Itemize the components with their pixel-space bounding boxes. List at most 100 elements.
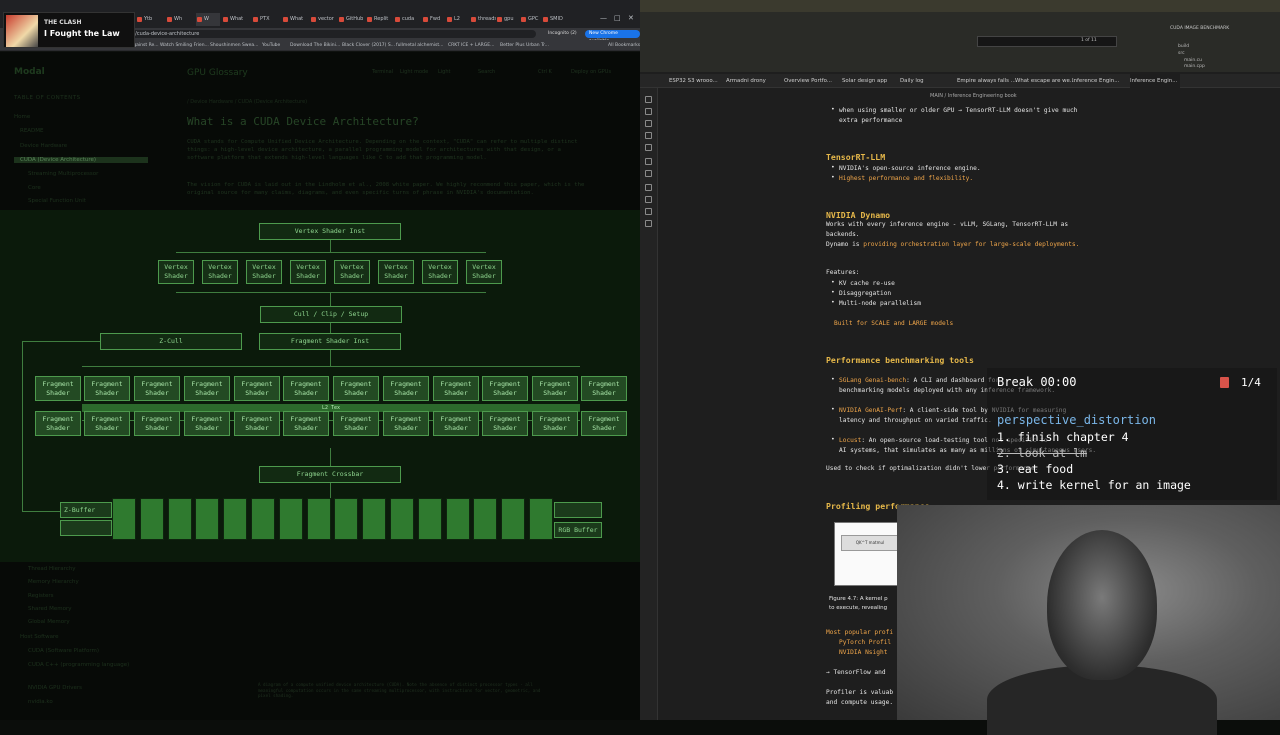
fragment-shader: Fragment Shader (234, 376, 280, 401)
canvas-icon[interactable] (645, 158, 652, 165)
note-tab[interactable]: What escape are we... (1015, 74, 1075, 88)
bookmark[interactable]: Black Clover (2017) S... (342, 41, 395, 50)
vertex-shader: Vertex Shader (466, 260, 502, 284)
note-line: Profiler is valuab (826, 689, 894, 696)
bookmark[interactable]: Download The Bikini... (290, 41, 340, 50)
note-tab[interactable]: Inference Engin... (1072, 74, 1124, 88)
browser-tab[interactable]: cuda (394, 13, 422, 26)
bookmark[interactable]: YouTube (262, 41, 280, 50)
note-line: Disaggregation (839, 290, 892, 297)
browser-tab-active[interactable]: W (196, 13, 220, 26)
browser-tab[interactable]: What (222, 13, 250, 26)
browser-tab[interactable]: PTX (252, 13, 280, 26)
note-text: : A CLI and dashboard for (906, 377, 1000, 384)
z-cull: Z-Cull (100, 333, 242, 350)
browser-tab[interactable]: SMID (542, 13, 566, 26)
calendar-icon[interactable] (645, 144, 652, 151)
memory-partition (167, 498, 192, 540)
bookmark[interactable]: Watch Smiling Frien... (160, 41, 209, 50)
all-bookmarks[interactable]: All Bookmarks (608, 41, 640, 50)
note-line: NVIDIA's open-source inference engine. (839, 165, 981, 172)
bookmark[interactable]: Shoushinmen Swea... (210, 41, 258, 50)
todo-item-done: 2. look at lm (997, 446, 1088, 460)
note-tab[interactable]: ESP32 S3 wrooo... (669, 74, 718, 88)
vertex-shader: Vertex Shader (378, 260, 414, 284)
fragment-shader-inst: Fragment Shader Inst (259, 333, 401, 350)
graph-icon[interactable] (645, 132, 652, 139)
note-line: Features: (826, 269, 860, 276)
fragment-crossbar: Fragment Crossbar (259, 466, 401, 483)
vertex-shader: Vertex Shader (158, 260, 194, 284)
connector (330, 292, 331, 306)
terminal-icon[interactable] (645, 170, 652, 177)
update-chrome-button[interactable]: New Chrome available (585, 30, 640, 44)
person-face (1047, 530, 1157, 680)
media-player[interactable]: THE CLASH I Fought the Law (3, 12, 135, 48)
fragment-shader: Fragment Shader (383, 376, 429, 401)
settings-icon[interactable] (645, 196, 652, 203)
browser-tab[interactable]: threads (470, 13, 496, 26)
browser-tab[interactable]: L2 (446, 13, 470, 26)
note-line: backends. (826, 231, 860, 238)
bullet-icon: • (831, 406, 835, 413)
note-tab[interactable]: Armadni drony (726, 74, 766, 88)
address-bar[interactable]: d/cuda-device-architecture (124, 30, 536, 38)
files-icon[interactable] (645, 96, 652, 103)
file-item[interactable]: build (1178, 44, 1189, 49)
note-tab[interactable]: Overview Portfo... (784, 74, 832, 88)
cull-clip-setup: Cull / Clip / Setup (260, 306, 402, 323)
file-item[interactable]: main.cpp (1184, 64, 1205, 69)
bookmark-icon[interactable] (645, 120, 652, 127)
file-item[interactable]: main.cu (1184, 58, 1202, 63)
vertex-shader: Vertex Shader (246, 260, 282, 284)
note-tab[interactable]: Daily log (900, 74, 924, 88)
maximize-icon[interactable]: □ (614, 14, 621, 22)
search-icon[interactable] (645, 108, 652, 115)
task-subtitle: perspective_distortion (997, 413, 1156, 427)
incognito-label[interactable]: Incognito (2) (548, 31, 577, 36)
sync-icon[interactable] (645, 208, 652, 215)
break-timer-overlay: Break 00:00 1/4 perspective_distortion 1… (987, 368, 1277, 500)
template-icon[interactable] (645, 184, 652, 191)
album-art (6, 15, 38, 47)
memory-partition (195, 498, 220, 540)
browser-tab[interactable]: vector (310, 13, 338, 26)
note-line: and compute usage. (826, 699, 894, 706)
note-tab[interactable]: Empire always falls ... (957, 74, 1016, 88)
browser-tab[interactable]: gpu (496, 13, 520, 26)
fragment-shader: Fragment Shader (482, 376, 528, 401)
browser-tab[interactable]: What (282, 13, 310, 26)
figure-image[interactable]: QK^T matmul (834, 522, 904, 586)
publish-icon[interactable] (645, 220, 652, 227)
note-line: latency and throughput on varied traffic… (839, 417, 992, 424)
z-buffer: Z-Buffer (60, 502, 112, 518)
browser-tab[interactable]: Wh (166, 13, 194, 26)
highlight-text: providing orchestration layer for large-… (863, 241, 1080, 248)
cuda-diagram[interactable]: Vertex Shader Inst Vertex Shader Vertex … (0, 210, 640, 562)
bullet-icon: • (831, 164, 835, 171)
vertex-shader: Vertex Shader (334, 260, 370, 284)
bullet-icon: • (831, 299, 835, 306)
browser-tab[interactable]: Fwd (422, 13, 446, 26)
note-tab[interactable]: Solar design app (842, 74, 887, 88)
note-tab-active[interactable]: Inference Engin... (1130, 74, 1180, 88)
file-item[interactable]: src (1178, 51, 1185, 56)
memory-partition (251, 498, 275, 540)
bookmark[interactable]: fullmetal alchemist... (396, 41, 443, 50)
fragment-shader: Fragment Shader (482, 411, 528, 436)
bookmark[interactable]: Better Plus Urban Tr... (500, 41, 549, 50)
fragment-shader: Fragment Shader (581, 376, 627, 401)
bookmark[interactable]: CRKT ICE + LARGE... (448, 41, 494, 50)
note-text: Dynamo is (826, 241, 864, 248)
vault-title: CUDA IMAGE BENCHMARK (1170, 26, 1230, 31)
minimize-icon[interactable]: — (600, 14, 607, 22)
breadcrumb: MAIN / Inference Engineering book (930, 93, 1017, 99)
memory-partition (362, 498, 387, 540)
connector (330, 240, 331, 252)
browser-tab[interactable]: Ytb (136, 13, 164, 26)
memory-partition (139, 498, 164, 540)
browser-tab[interactable]: GPC (520, 13, 542, 26)
close-icon[interactable]: ✕ (628, 14, 634, 22)
browser-tab[interactable]: GitHub (338, 13, 366, 26)
browser-tab[interactable]: Replit (366, 13, 394, 26)
